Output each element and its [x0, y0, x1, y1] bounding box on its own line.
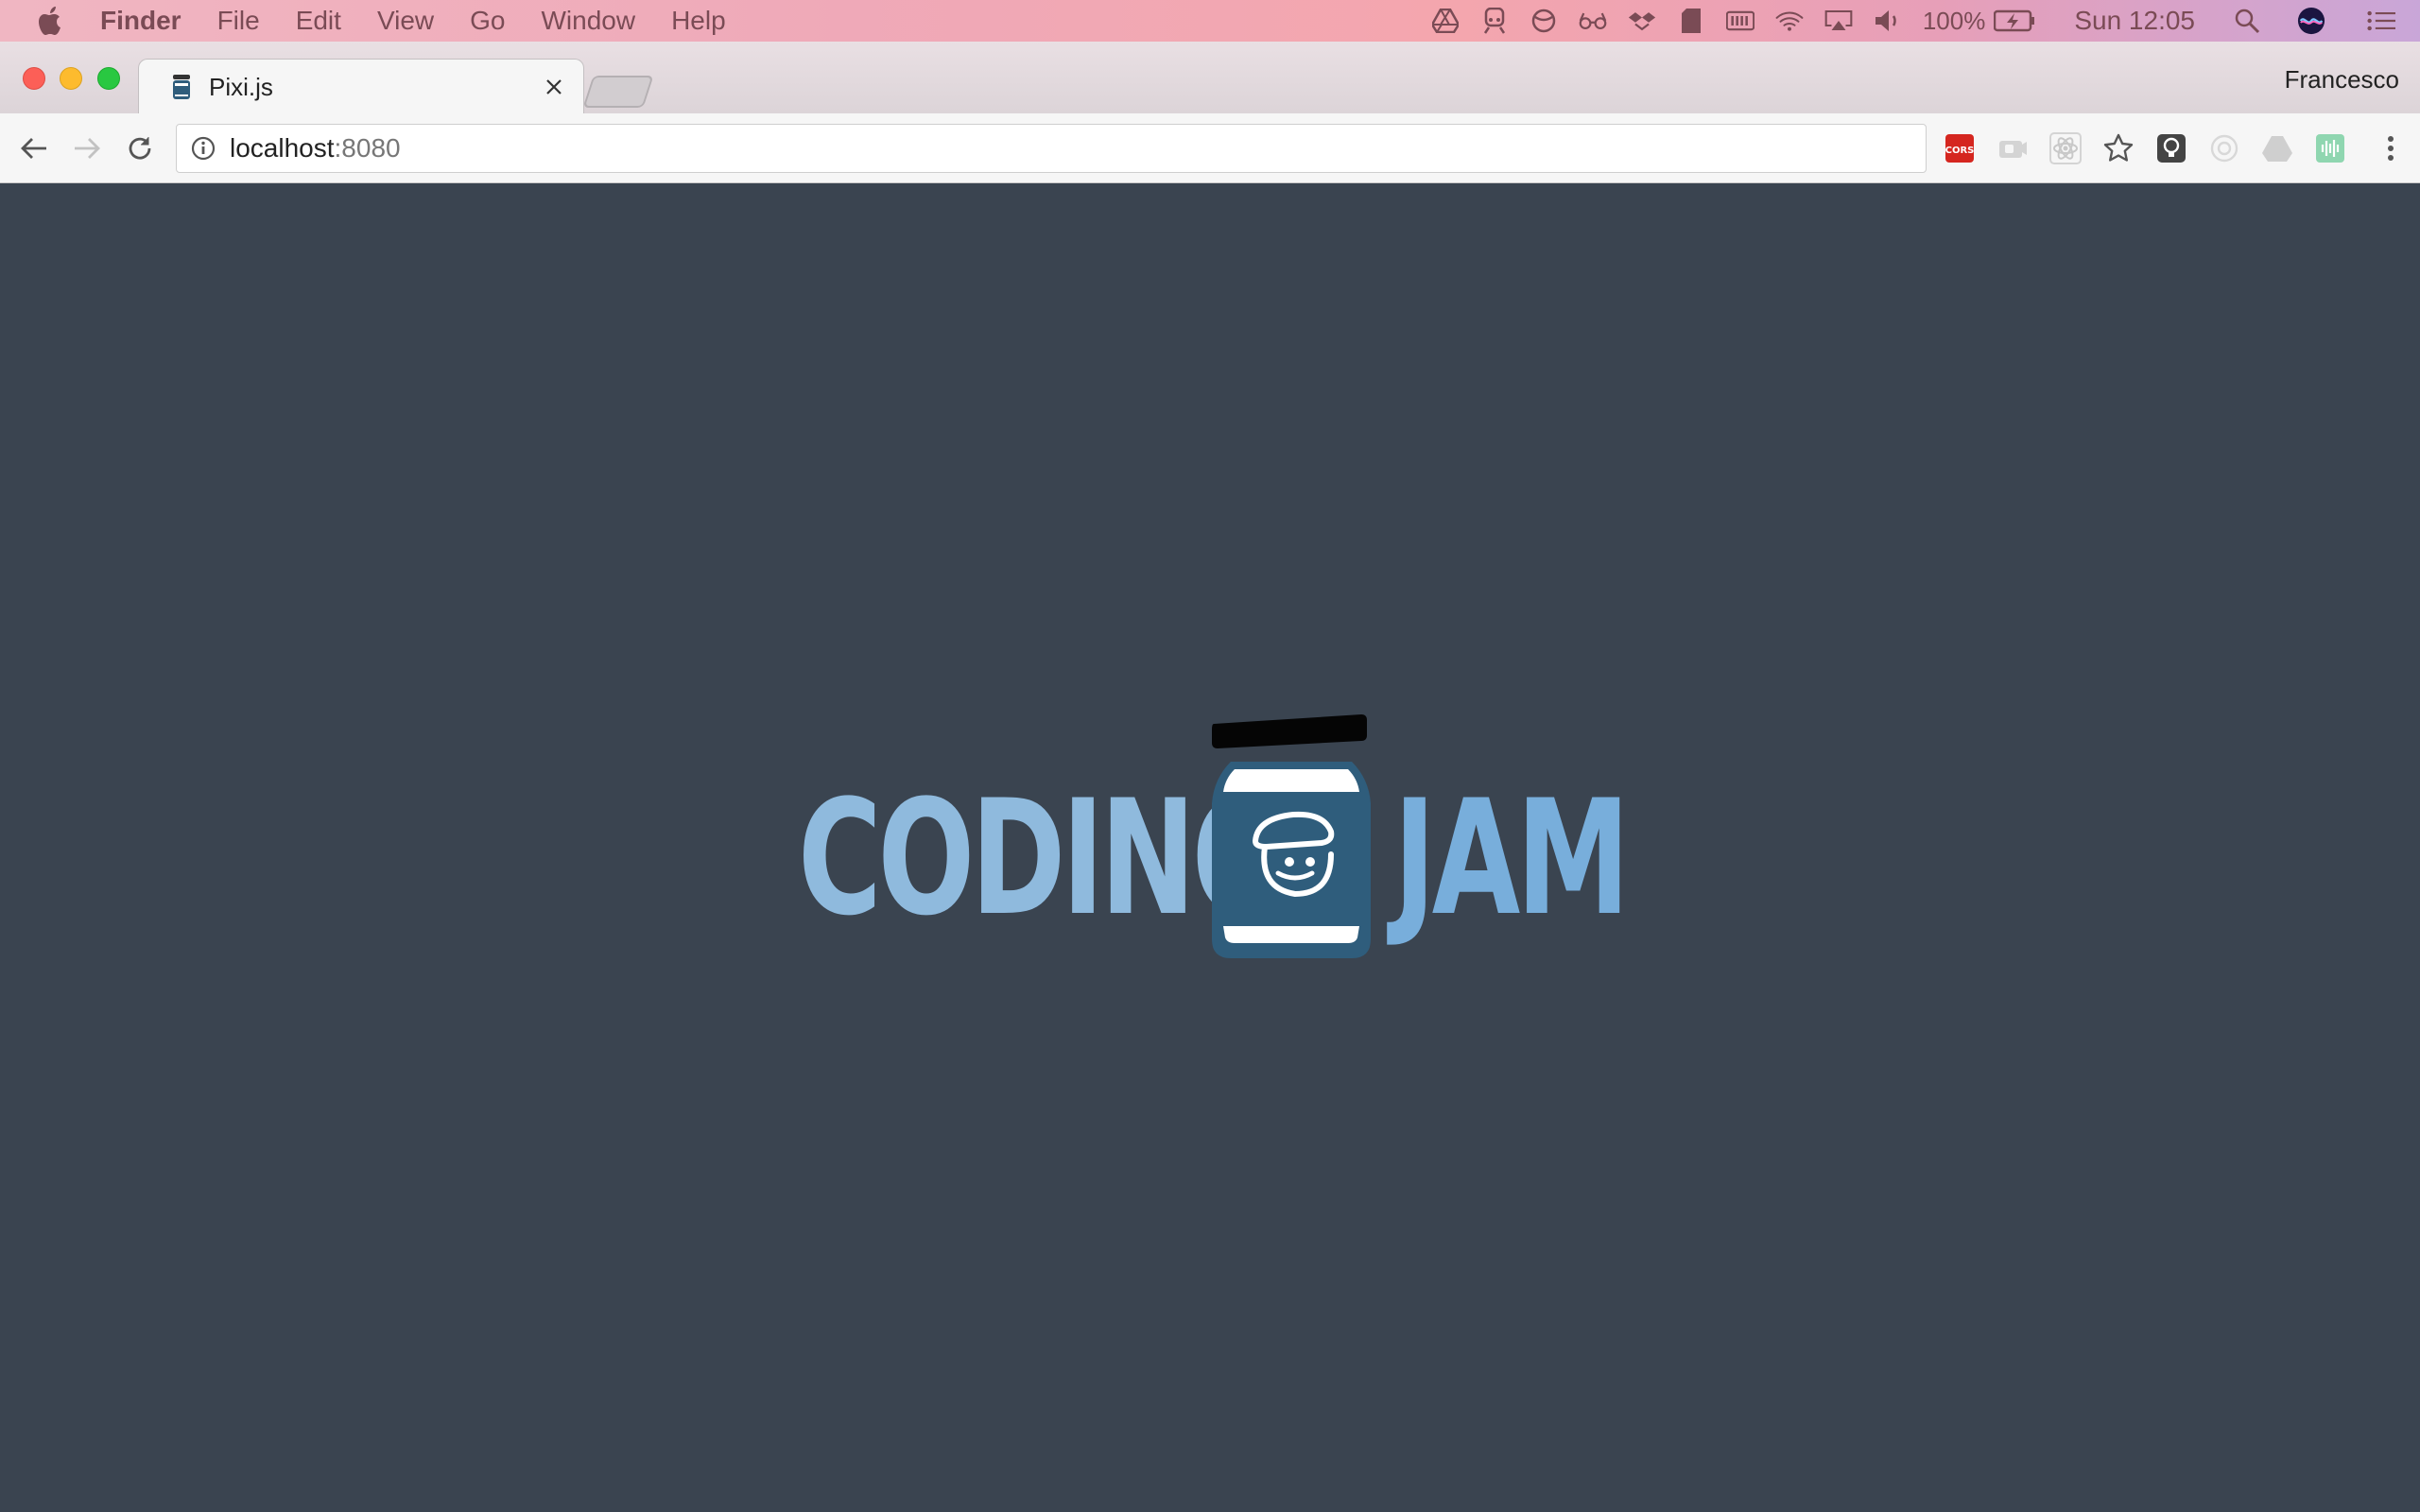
circle-extension-icon[interactable] [2208, 132, 2240, 164]
window-maximize-button[interactable] [97, 67, 120, 90]
wifi-icon[interactable] [1775, 7, 1804, 35]
camera-extension-icon[interactable] [1996, 132, 2029, 164]
site-info-icon[interactable] [190, 135, 216, 162]
battery-percent: 100% [1922, 6, 1986, 35]
drive-extension-icon[interactable] [2261, 132, 2293, 164]
cors-extension-icon[interactable]: CORS [1944, 132, 1976, 164]
sd-card-icon[interactable] [1677, 7, 1705, 35]
apple-menu-icon[interactable] [38, 5, 66, 37]
url-port: :8080 [334, 132, 401, 163]
glasses-icon[interactable] [1579, 7, 1607, 35]
logo-word-jam: JAM [1393, 765, 1630, 951]
reload-icon[interactable] [123, 131, 157, 165]
tab-close-icon[interactable] [545, 74, 562, 100]
menu-file[interactable]: File [217, 6, 260, 36]
audio-extension-icon[interactable] [2314, 132, 2346, 164]
forward-arrow-icon[interactable] [70, 131, 104, 165]
more-menu-icon[interactable] [2375, 132, 2407, 164]
browser-title-bar: Pixi.js Francesco [0, 42, 2420, 114]
tab-title: Pixi.js [209, 72, 273, 101]
circle-icon[interactable] [1530, 7, 1558, 35]
bookmark-star-icon[interactable] [2102, 132, 2135, 164]
siri-icon[interactable] [2297, 7, 2325, 35]
window-minimize-button[interactable] [60, 67, 82, 90]
address-bar[interactable]: localhost :8080 [176, 123, 1927, 173]
menu-view[interactable]: View [377, 6, 434, 36]
menubar-clock[interactable]: Sun 12:05 [2074, 6, 2195, 36]
macos-menu-bar: Finder File Edit View Go Window Help 100… [0, 0, 2420, 42]
volume-icon[interactable] [1874, 7, 1902, 35]
url-host: localhost [230, 132, 335, 163]
browser-toolbar: localhost :8080 CORS [0, 113, 2420, 183]
menu-help[interactable]: Help [671, 6, 726, 36]
menu-window[interactable]: Window [541, 6, 635, 36]
menu-edit[interactable]: Edit [296, 6, 341, 36]
lightbulb-extension-icon[interactable] [2155, 132, 2187, 164]
dropbox-icon[interactable] [1628, 7, 1656, 35]
browser-tab-active[interactable]: Pixi.js [138, 59, 584, 114]
svg-text:CORS: CORS [1945, 146, 1975, 156]
logo-word-coding: CODING [798, 765, 1286, 951]
page-canvas[interactable]: CODING JAM [0, 183, 2420, 1512]
jar-favicon-icon [171, 74, 192, 100]
google-drive-icon[interactable] [1431, 7, 1460, 35]
battery-icon[interactable] [1993, 7, 2036, 35]
window-close-button[interactable] [23, 67, 45, 90]
notification-center-icon[interactable] [2367, 7, 2395, 35]
new-tab-button[interactable] [582, 76, 654, 108]
react-extension-icon[interactable] [2049, 131, 2082, 164]
back-arrow-icon[interactable] [17, 131, 51, 165]
menu-go[interactable]: Go [470, 6, 505, 36]
profile-name[interactable]: Francesco [2285, 65, 2399, 94]
battery-widget-icon[interactable] [1725, 7, 1754, 35]
status-tray: 100% Sun 12:05 [1410, 0, 2395, 42]
codingjam-logo: CODING JAM [794, 713, 1630, 968]
menu-finder[interactable]: Finder [100, 6, 182, 36]
train-icon[interactable] [1480, 7, 1509, 35]
spotlight-search-icon[interactable] [2233, 7, 2261, 35]
airplay-icon[interactable] [1824, 7, 1853, 35]
jar-logo-icon [1210, 713, 1382, 968]
